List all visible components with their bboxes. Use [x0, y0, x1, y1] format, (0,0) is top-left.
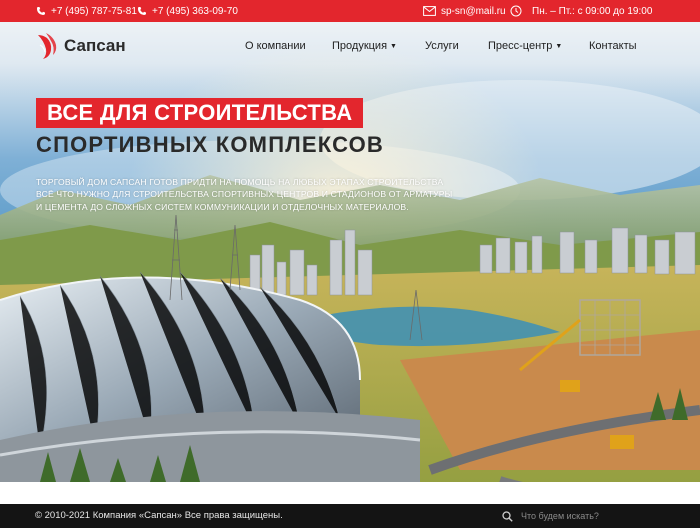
nav-item-label: Услуги [425, 40, 459, 52]
hero-background-image [0, 0, 700, 528]
nav-item-about[interactable]: О компании [245, 40, 306, 52]
nav-item-label: О компании [245, 40, 306, 52]
hero-title-highlight: ВСЕ ДЛЯ СТРОИТЕЛЬСТВА [36, 98, 364, 128]
phone-1[interactable]: +7 (495) 787-75-81 [36, 0, 137, 22]
phone-1-text: +7 (495) 787-75-81 [51, 5, 137, 17]
nav-item-label: Контакты [589, 40, 637, 52]
clock-icon [510, 5, 522, 17]
nav-item-label: Продукция [332, 40, 388, 52]
chevron-down-icon: ▼ [555, 42, 563, 50]
top-contact-bar: +7 (495) 787-75-81 +7 (495) 363-09-70 sp… [0, 0, 700, 22]
nav-item-contacts[interactable]: Контакты [589, 40, 637, 52]
search-box [502, 507, 700, 525]
hero-description: Торговый дом Сапсан готов придти на помо… [36, 177, 453, 212]
hero-title: СПОРТИВНЫХ КОМПЛЕКСОВ [36, 132, 385, 157]
nav-item-services[interactable]: Услуги [425, 40, 459, 52]
working-hours: Пн. – Пт.: с 09:00 до 19:00 [510, 0, 652, 22]
phone-2[interactable]: +7 (495) 363-09-70 [137, 0, 238, 22]
nav-item-label: Пресс-центр [488, 40, 553, 52]
phone-2-text: +7 (495) 363-09-70 [152, 5, 238, 17]
site-logo[interactable]: Сапсан [34, 30, 126, 62]
nav-item-products[interactable]: Продукция ▼ [332, 40, 397, 52]
phone-icon [138, 7, 146, 15]
falcon-logo-icon [38, 33, 57, 59]
chevron-down-icon: ▼ [390, 42, 397, 50]
email-text: sp-sn@mail.ru [441, 5, 506, 17]
search-icon[interactable] [502, 510, 513, 522]
nav-item-press-center[interactable]: Пресс-центр ▼ [488, 40, 562, 52]
search-input[interactable] [521, 511, 681, 521]
footer: © 2010-2021 Компания «Сапсан» Все права … [0, 482, 700, 528]
phone-icon [37, 7, 45, 15]
logo-name: Сапсан [64, 36, 126, 55]
copyright-text: © 2010-2021 Компания «Сапсан» Все права … [35, 510, 283, 521]
mail-icon [423, 6, 436, 16]
working-hours-text: Пн. – Пт.: с 09:00 до 19:00 [532, 5, 653, 17]
email-link[interactable]: sp-sn@mail.ru [423, 0, 506, 22]
footer-bar: © 2010-2021 Компания «Сапсан» Все права … [0, 504, 700, 528]
